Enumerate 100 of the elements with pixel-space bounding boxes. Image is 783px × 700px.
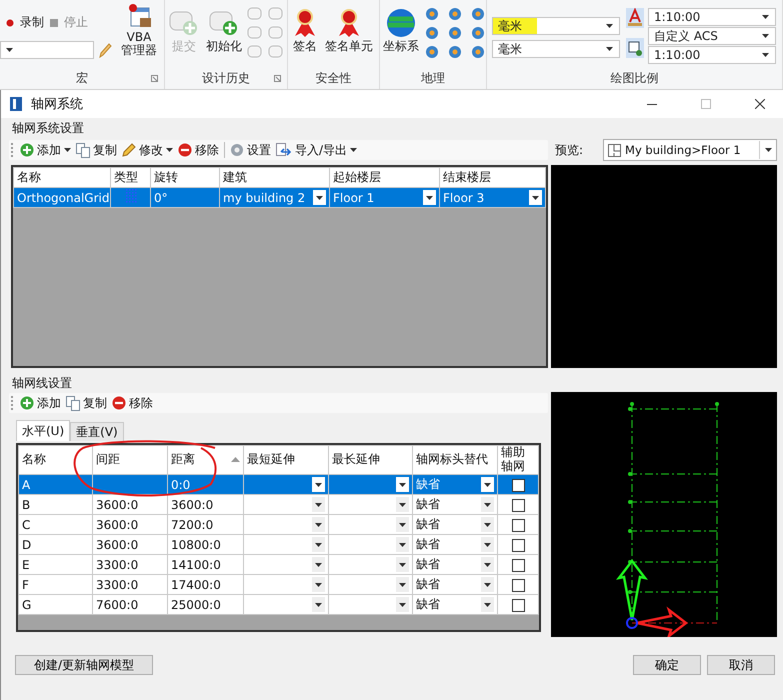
scroll-icon[interactable] xyxy=(247,25,263,41)
globe-icon xyxy=(386,8,416,38)
table-row[interactable]: C 3600:0 7200:0 缺省 xyxy=(18,514,538,534)
record-button[interactable]: 录制 xyxy=(20,14,44,31)
tab[interactable]: 水平(U) xyxy=(16,420,70,441)
dropdown-field[interactable]: 缺省 xyxy=(412,474,498,494)
dropdown-arrow-icon xyxy=(315,482,322,486)
layout-icon[interactable] xyxy=(626,38,644,58)
dialog-launcher-icon[interactable] xyxy=(151,75,158,82)
dropdown-field[interactable]: 缺省 xyxy=(412,534,498,554)
vba-manager-button[interactable]: VBA 管理器 xyxy=(118,0,160,58)
checkbox[interactable] xyxy=(512,598,524,612)
table-row[interactable]: D 3600:0 10800:0 缺省 xyxy=(18,534,538,554)
checkbox[interactable] xyxy=(512,558,524,572)
map-tool-icon[interactable] xyxy=(424,6,440,22)
dropdown-arrow-icon xyxy=(426,196,433,200)
dropdown-field[interactable] xyxy=(328,514,412,534)
dropdown-field[interactable] xyxy=(328,574,412,594)
table-row[interactable]: OrthogonalGrid 0° my building 2 Floor 1 Floor 3 xyxy=(14,188,546,208)
toolbar-button[interactable]: 修改 xyxy=(122,142,173,158)
toolbar-button[interactable]: 复制 xyxy=(76,142,117,158)
scale-dropdown[interactable]: 1:10:00 xyxy=(648,46,776,64)
create-button[interactable]: 创建/更新轴网模型 xyxy=(15,655,153,675)
dropdown-field[interactable]: 缺省 xyxy=(412,494,498,514)
map-tool-icon[interactable] xyxy=(470,6,486,22)
tab[interactable]: 垂直(V) xyxy=(70,422,124,441)
initialize-button[interactable]: 初始化 xyxy=(203,6,245,57)
column-header[interactable]: 起始楼层 xyxy=(330,168,440,188)
dropdown-field[interactable]: 缺省 xyxy=(412,554,498,574)
unit-dropdown[interactable]: 毫米 xyxy=(492,40,620,58)
dropdown-arrow-icon xyxy=(399,502,406,506)
checkbox[interactable] xyxy=(512,538,524,552)
column-header[interactable]: 名称 xyxy=(14,168,110,188)
app-icon xyxy=(9,96,23,112)
dropdown-field[interactable]: 缺省 xyxy=(412,514,498,534)
scroll-icon[interactable] xyxy=(268,6,284,22)
toolbar-button[interactable]: 复制 xyxy=(66,394,107,412)
toolbar-button[interactable]: 添加 xyxy=(20,394,61,412)
dropdown-field[interactable] xyxy=(328,554,412,574)
dropdown-field[interactable]: Floor 1 xyxy=(330,188,440,208)
map-tool-icon[interactable] xyxy=(424,44,440,60)
dropdown-field[interactable] xyxy=(244,514,328,534)
coordinate-system-button[interactable]: 坐标系 xyxy=(380,6,422,57)
cancel-button[interactable]: 取消 xyxy=(707,655,775,675)
toolbar-button[interactable]: 移除 xyxy=(178,142,219,158)
map-tool-icon[interactable] xyxy=(470,25,486,41)
dropdown-field[interactable] xyxy=(244,534,328,554)
scroll-icon[interactable] xyxy=(268,25,284,41)
table-row[interactable]: F 3300:0 17400:0 缺省 xyxy=(18,574,538,594)
map-tool-icon[interactable] xyxy=(424,25,440,41)
ok-button[interactable]: 确定 xyxy=(633,655,701,675)
toolbar-button[interactable]: 设置 xyxy=(230,142,271,158)
toolbar-button[interactable]: 导入/导出 xyxy=(276,142,358,158)
preview-label: 预览: xyxy=(554,142,584,158)
dropdown-field[interactable]: my building 2 xyxy=(220,188,330,208)
table-row[interactable]: B 3600:0 3600:0 缺省 xyxy=(18,494,538,514)
checkbox[interactable] xyxy=(512,498,524,512)
checkbox[interactable] xyxy=(512,578,524,592)
toolbar-button[interactable]: 移除 xyxy=(112,394,153,412)
dropdown-field[interactable] xyxy=(328,594,412,614)
table-cell: C xyxy=(18,514,92,534)
column-header[interactable]: 结束楼层 xyxy=(440,168,546,188)
table-row[interactable]: A 0:0 缺省 xyxy=(18,474,538,494)
unit-dropdown[interactable]: 毫米 xyxy=(492,17,620,35)
macro-field[interactable] xyxy=(0,41,94,59)
map-tool-icon[interactable] xyxy=(447,25,463,41)
dropdown-field[interactable] xyxy=(328,534,412,554)
dropdown-field[interactable] xyxy=(244,574,328,594)
preview-dropdown[interactable]: My building>Floor 1 xyxy=(603,139,777,161)
scale-dropdown[interactable]: 1:10:00 xyxy=(648,8,776,26)
group-label: 绘图比例 xyxy=(610,70,658,86)
column-header[interactable]: 建筑 xyxy=(220,168,330,188)
floor-plan-icon xyxy=(608,144,622,156)
dropdown-field[interactable] xyxy=(244,594,328,614)
column-header[interactable]: 名称 xyxy=(18,446,92,474)
dropdown-field[interactable]: 缺省 xyxy=(412,574,498,594)
sign-unit-button[interactable]: 签名单元 xyxy=(322,6,376,57)
scroll-icon[interactable] xyxy=(247,44,263,60)
dropdown-field[interactable]: 缺省 xyxy=(412,594,498,614)
map-tool-icon[interactable] xyxy=(447,44,463,60)
sign-button[interactable]: 签名 xyxy=(288,6,322,57)
checkbox[interactable] xyxy=(512,518,524,532)
table-row[interactable]: E 3300:0 14100:0 缺省 xyxy=(18,554,538,574)
map-tool-icon[interactable] xyxy=(447,6,463,22)
dropdown-field[interactable]: Floor 3 xyxy=(440,188,546,208)
dropdown-field[interactable] xyxy=(244,474,328,494)
dropdown-arrow-icon xyxy=(484,542,491,546)
dropdown-field[interactable] xyxy=(244,554,328,574)
text-style-icon[interactable] xyxy=(626,8,644,28)
scale-dropdown[interactable]: 自定义 ACS xyxy=(648,27,776,45)
scroll-icon[interactable] xyxy=(247,6,263,22)
checkbox[interactable] xyxy=(512,478,524,492)
scroll-icon[interactable] xyxy=(268,44,284,60)
dropdown-field[interactable] xyxy=(244,494,328,514)
map-tool-icon[interactable] xyxy=(470,44,486,60)
table-row[interactable]: G 7600:0 25000:0 缺省 xyxy=(18,594,538,614)
dialog-launcher-icon[interactable] xyxy=(274,75,281,82)
dropdown-field[interactable] xyxy=(328,494,412,514)
dropdown-field[interactable] xyxy=(328,474,412,494)
toolbar-button[interactable]: 添加 xyxy=(20,142,71,158)
